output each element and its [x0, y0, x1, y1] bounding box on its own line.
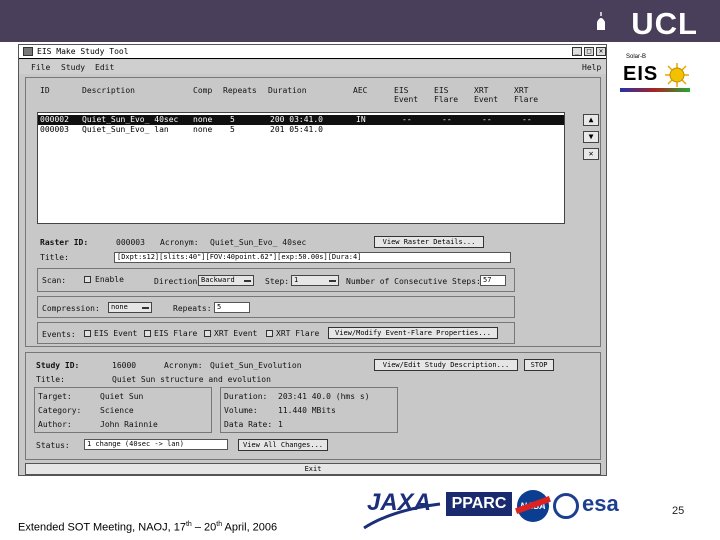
- duration-value: 203:41 40.0 (hms s): [278, 392, 370, 401]
- author-value: John Rainnie: [100, 420, 158, 429]
- category-value: Science: [100, 406, 134, 415]
- step-label: Step:: [265, 277, 290, 286]
- header-banner: UCL: [0, 0, 720, 42]
- eis-make-study-window: EIS Make Study Tool _ □ ✕ File Study Edi…: [18, 44, 607, 476]
- raster-title-label: Title:: [40, 253, 69, 262]
- ucl-logo: UCL: [631, 6, 698, 41]
- consecutive-steps-label: Number of Consecutive Steps:: [346, 277, 481, 286]
- window-title: EIS Make Study Tool: [37, 47, 129, 56]
- events-label: Events:: [42, 330, 76, 339]
- duration-label: Duration:: [224, 392, 268, 401]
- category-label: Category:: [38, 406, 82, 415]
- study-id-label: Study ID:: [36, 361, 80, 370]
- volume-value: 11.440 MBits: [278, 406, 336, 415]
- exit-button[interactable]: Exit: [25, 463, 601, 475]
- page-number: 25: [672, 505, 685, 517]
- col-eis-event: EIS Event: [394, 86, 419, 104]
- table-row[interactable]: 000003 Quiet_Sun_Evo_ lan none 5 201 05:…: [38, 125, 564, 135]
- scan-enable-checkbox[interactable]: [84, 276, 91, 283]
- raster-list[interactable]: 000002 Quiet_Sun_Evo_ 40sec none 5 200 0…: [37, 112, 565, 224]
- move-up-button[interactable]: ▲: [583, 114, 599, 126]
- raster-panel: ID Description Comp Repeats Duration AEC…: [25, 77, 601, 347]
- col-duration: Duration: [268, 86, 307, 95]
- minimize-button[interactable]: _: [572, 47, 582, 56]
- compression-label: Compression:: [42, 304, 100, 313]
- repeats-label: Repeats:: [173, 304, 212, 313]
- direction-dropdown[interactable]: Backward: [198, 275, 254, 286]
- menu-file[interactable]: File: [31, 63, 50, 72]
- study-title-value: Quiet Sun structure and evolution: [112, 375, 271, 384]
- maximize-button[interactable]: □: [584, 47, 594, 56]
- raster-id-value: 000003: [116, 238, 145, 247]
- consecutive-steps-field[interactable]: 57: [480, 275, 506, 286]
- study-title-label: Title:: [36, 375, 65, 384]
- menu-bar: File Study Edit Help: [19, 60, 606, 74]
- col-comp: Comp: [193, 86, 213, 95]
- window-titlebar[interactable]: EIS Make Study Tool _ □ ✕: [19, 45, 606, 59]
- col-description: Description: [82, 86, 135, 95]
- xrt-flare-label: XRT Flare: [276, 329, 320, 338]
- data-rate-label: Data Rate:: [224, 420, 273, 429]
- view-study-description-button[interactable]: View/Edit Study Description...: [374, 359, 518, 371]
- study-panel: Study ID: 16000 Acronym: Quiet_Sun_Evolu…: [25, 352, 601, 460]
- window-menu-icon[interactable]: [23, 47, 33, 56]
- target-value: Quiet Sun: [100, 392, 144, 401]
- status-field[interactable]: 1 change (40sec -> lan): [84, 439, 228, 450]
- eis-flare-label: EIS Flare: [154, 329, 198, 338]
- eis-event-checkbox[interactable]: [84, 330, 91, 337]
- footer-caption: Extended SOT Meeting, NAOJ, 17th – 20th …: [18, 521, 278, 534]
- eis-logo: EIS: [623, 63, 659, 85]
- xrt-flare-checkbox[interactable]: [266, 330, 273, 337]
- move-down-button[interactable]: ▼: [583, 131, 599, 143]
- menu-edit[interactable]: Edit: [95, 63, 114, 72]
- slide: UCL Solar-B EIS EIS Make Study Tool _ □ …: [0, 0, 720, 540]
- raster-acronym-label: Acronym:: [160, 238, 199, 247]
- jaxa-logo: JAXA: [367, 489, 432, 516]
- status-label: Status:: [36, 441, 70, 450]
- target-label: Target:: [38, 392, 72, 401]
- ucl-dome-icon: [597, 12, 605, 30]
- col-repeats: Repeats: [223, 86, 257, 95]
- view-raster-details-button[interactable]: View Raster Details...: [374, 236, 484, 248]
- close-button[interactable]: ✕: [596, 47, 606, 56]
- raster-id-label: Raster ID:: [40, 238, 89, 247]
- sun-icon: [665, 63, 689, 87]
- col-aec: AEC: [353, 86, 368, 95]
- pparc-logo: PPARC: [446, 492, 512, 516]
- compression-dropdown[interactable]: none: [108, 302, 152, 313]
- col-xrt-event: XRT Event: [474, 86, 499, 104]
- solar-b-label: Solar-B: [626, 54, 647, 60]
- eis-flare-checkbox[interactable]: [144, 330, 151, 337]
- study-acronym-label: Acronym:: [164, 361, 203, 370]
- col-eis-flare: EIS Flare: [434, 86, 459, 104]
- scan-enable-label: Enable: [95, 275, 124, 284]
- raster-acronym-value: Quiet_Sun_Evo_ 40sec: [210, 238, 307, 247]
- volume-label: Volume:: [224, 406, 258, 415]
- scan-label: Scan:: [42, 276, 67, 285]
- menu-help[interactable]: Help: [582, 63, 601, 72]
- col-id: ID: [40, 86, 50, 95]
- xrt-event-label: XRT Event: [214, 329, 258, 338]
- col-xrt-flare: XRT Flare: [514, 86, 539, 104]
- eis-event-label: EIS Event: [94, 329, 138, 338]
- esa-logo: esa: [582, 491, 619, 516]
- repeats-field[interactable]: 5: [214, 302, 250, 313]
- event-flare-properties-button[interactable]: View/Modify Event-Flare Properties...: [328, 327, 498, 339]
- direction-label: Direction:: [154, 277, 203, 286]
- xrt-event-checkbox[interactable]: [204, 330, 211, 337]
- step-dropdown[interactable]: 1: [291, 275, 339, 286]
- author-label: Author:: [38, 420, 72, 429]
- stop-button[interactable]: STOP: [524, 359, 554, 371]
- study-id-value: 16000: [112, 361, 137, 370]
- table-row[interactable]: 000002 Quiet_Sun_Evo_ 40sec none 5 200 0…: [38, 115, 564, 125]
- eis-logo-bar: [620, 88, 690, 92]
- study-acronym-value: Quiet_Sun_Evolution: [210, 361, 302, 370]
- menu-study[interactable]: Study: [61, 63, 85, 72]
- raster-title-field[interactable]: [Dxpt:s12][slits:40"][FOV:40point.62"][e…: [114, 252, 511, 263]
- data-rate-value: 1: [278, 420, 283, 429]
- esa-ring-icon: [553, 493, 579, 519]
- delete-raster-button[interactable]: ✕: [583, 148, 599, 160]
- view-all-changes-button[interactable]: View All Changes...: [238, 439, 328, 451]
